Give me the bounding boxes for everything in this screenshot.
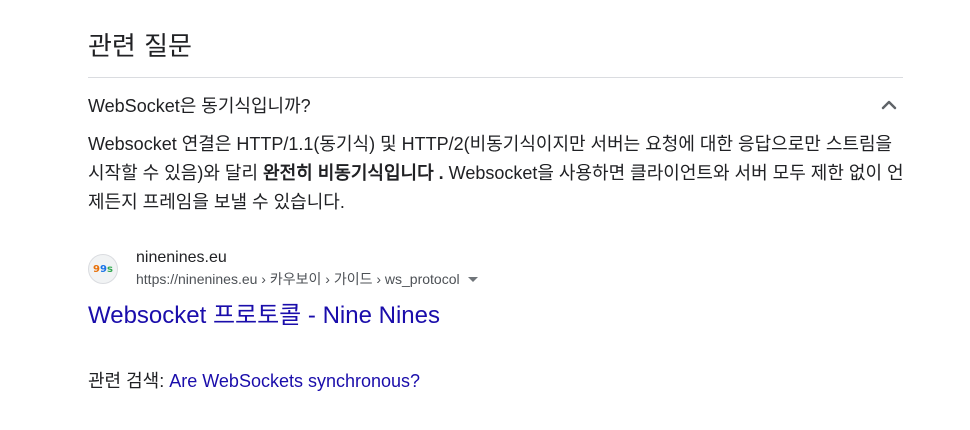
question-toggle[interactable]: WebSocket은 동기식입니까? [88,88,903,122]
related-search-label: 관련 검색: [88,371,170,391]
site-favicon-icon: 99s [88,254,118,284]
site-name: ninenines.eu [136,249,227,266]
related-search-link[interactable]: Are WebSockets synchronous? [169,371,420,391]
caret-down-icon[interactable] [467,276,478,282]
url-breadcrumb: https://ninenines.eu › 카우보이 › 가이드 › ws_p… [136,271,460,287]
section-title: 관련 질문 [88,32,192,62]
site-url: https://ninenines.eu › 카우보이 › 가이드 › ws_p… [136,268,478,290]
question-text: WebSocket은 동기식입니까? [88,96,311,116]
related-search: 관련 검색: Are WebSockets synchronous? [88,369,420,393]
answer-snippet: Websocket 연결은 HTTP/1.1(동기식) 및 HTTP/2(비동기… [88,130,908,217]
chevron-up-icon[interactable] [877,93,901,117]
divider [88,77,903,78]
result-title-link[interactable]: Websocket 프로토콜 - Nine Nines [88,300,440,332]
source-info: 99s ninenines.eu https://ninenines.eu › … [88,248,478,290]
answer-highlight: 완전히 비동기식입니다 . [263,163,444,183]
